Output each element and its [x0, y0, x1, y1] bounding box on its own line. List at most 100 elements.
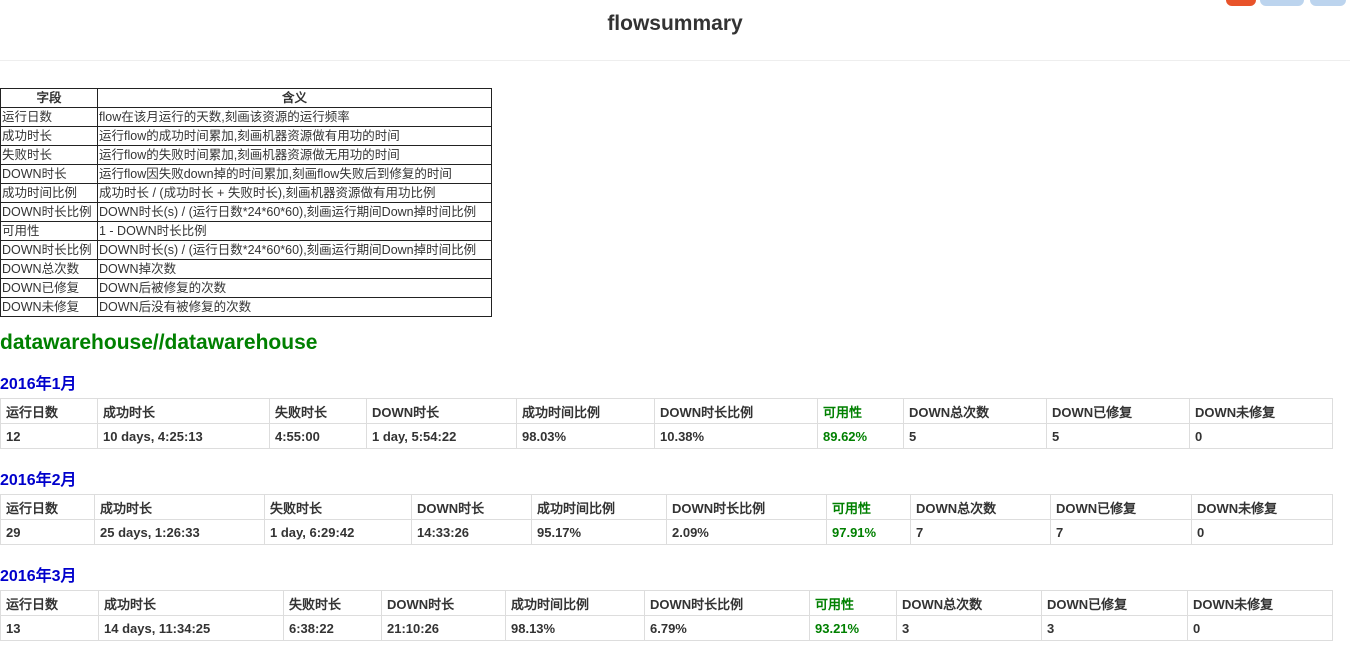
month-stats-table: 运行日数 成功时长 失败时长 DOWN时长 成功时间比例 DOWN时长比例 可用性 DOWN总…: [0, 590, 1333, 641]
legend-field-cell: 运行日数: [0, 107, 98, 127]
legend-row: DOWN未修复 DOWN后没有被修复的次数: [0, 297, 492, 317]
stats-value-cell: 10.38%: [654, 423, 818, 449]
stats-header-cell: DOWN时长比例: [654, 398, 818, 424]
stats-header-row: 运行日数 成功时长 失败时长 DOWN时长 成功时间比例 DOWN时长比例 可用性 DOWN总…: [0, 590, 1333, 616]
stats-header-cell: DOWN时长比例: [666, 494, 827, 520]
stats-header-cell: DOWN时长: [381, 590, 506, 616]
legend-field-cell: DOWN时长比例: [0, 202, 98, 222]
month-heading: 2016年1月: [0, 376, 77, 393]
stats-header-cell: 运行日数: [0, 398, 98, 424]
stats-value-row: 13 14 days, 11:34:25 6:38:22 21:10:26 98.13%…: [0, 615, 1333, 641]
legend-header-field: 字段: [0, 88, 98, 108]
stats-value-cell: 5: [1046, 423, 1190, 449]
legend-meaning-cell: DOWN后被修复的次数: [97, 278, 492, 298]
legend-row: DOWN已修复 DOWN后被修复的次数: [0, 278, 492, 298]
legend-meaning-cell: 1 - DOWN时长比例: [97, 221, 492, 241]
stats-value-cell: 21:10:26: [381, 615, 506, 641]
stats-value-cell: 25 days, 1:26:33: [94, 519, 265, 545]
legend-row: 成功时长 运行flow的成功时间累加,刻画机器资源做有用功的时间: [0, 126, 492, 146]
title-divider: [0, 60, 1350, 61]
month-stats-table: 运行日数 成功时长 失败时长 DOWN时长 成功时间比例 DOWN时长比例 可用性 DOWN总…: [0, 494, 1333, 545]
stats-header-row: 运行日数 成功时长 失败时长 DOWN时长 成功时间比例 DOWN时长比例 可用性 DOWN总…: [0, 494, 1333, 520]
stats-value-cell: 3: [1041, 615, 1188, 641]
stats-value-cell: 89.62%: [817, 423, 904, 449]
stats-value-cell: 4:55:00: [269, 423, 367, 449]
legend-row: DOWN时长 运行flow因失败down掉的时间累加,刻画flow失败后到修复的时…: [0, 164, 492, 184]
legend-field-cell: 失败时长: [0, 145, 98, 165]
stats-header-cell: 失败时长: [264, 494, 412, 520]
stats-value-cell: 10 days, 4:25:13: [97, 423, 270, 449]
legend-field-cell: 成功时间比例: [0, 183, 98, 203]
stats-header-cell: DOWN总次数: [896, 590, 1042, 616]
stats-value-cell: 95.17%: [531, 519, 667, 545]
stats-value-cell: 14:33:26: [411, 519, 532, 545]
legend-field-cell: DOWN未修复: [0, 297, 98, 317]
stats-value-cell: 14 days, 11:34:25: [98, 615, 284, 641]
stats-value-cell: 1 day, 6:29:42: [264, 519, 412, 545]
stats-header-cell: 可用性: [826, 494, 911, 520]
stats-value-cell: 1 day, 5:54:22: [366, 423, 517, 449]
stats-value-cell: 7: [1050, 519, 1192, 545]
legend-field-cell: DOWN总次数: [0, 259, 98, 279]
legend-meaning-cell: DOWN时长(s) / (运行日数*24*60*60),刻画运行期间Down掉时…: [97, 202, 492, 222]
stats-header-cell: 成功时长: [97, 398, 270, 424]
legend-header-row: 字段 含义: [0, 88, 492, 108]
stats-header-cell: 成功时长: [94, 494, 265, 520]
stats-header-cell: DOWN已修复: [1046, 398, 1190, 424]
stats-header-cell: 成功时间比例: [516, 398, 655, 424]
month-heading: 2016年2月: [0, 472, 77, 489]
stats-value-cell: 6.79%: [644, 615, 810, 641]
legend-row: 运行日数 flow在该月运行的天数,刻画该资源的运行频率: [0, 107, 492, 127]
stats-header-cell: DOWN时长: [411, 494, 532, 520]
stats-value-cell: 6:38:22: [283, 615, 382, 641]
legend-row: 失败时长 运行flow的失败时间累加,刻画机器资源做无用功的时间: [0, 145, 492, 165]
stats-value-cell: 98.03%: [516, 423, 655, 449]
stats-header-cell: 成功时间比例: [505, 590, 645, 616]
stats-value-row: 12 10 days, 4:25:13 4:55:00 1 day, 5:54:22 9…: [0, 423, 1333, 449]
stats-value-row: 29 25 days, 1:26:33 1 day, 6:29:42 14:33:26…: [0, 519, 1333, 545]
legend-field-cell: DOWN时长比例: [0, 240, 98, 260]
stats-value-cell: 7: [910, 519, 1051, 545]
legend-field-cell: 可用性: [0, 221, 98, 241]
stats-value-cell: 0: [1189, 423, 1333, 449]
stats-value-cell: 98.13%: [505, 615, 645, 641]
stats-header-cell: 可用性: [809, 590, 897, 616]
stats-header-cell: DOWN总次数: [903, 398, 1047, 424]
stats-value-cell: 97.91%: [826, 519, 911, 545]
month-heading: 2016年3月: [0, 568, 77, 585]
stats-value-cell: 5: [903, 423, 1047, 449]
stats-value-cell: 93.21%: [809, 615, 897, 641]
legend-meaning-cell: 运行flow的成功时间累加,刻画机器资源做有用功的时间: [97, 126, 492, 146]
stats-header-cell: DOWN未修复: [1187, 590, 1333, 616]
stats-value-cell: 2.09%: [666, 519, 827, 545]
legend-meaning-cell: DOWN时长(s) / (运行日数*24*60*60),刻画运行期间Down掉时…: [97, 240, 492, 260]
logo-fragment: [1226, 0, 1346, 6]
stats-header-cell: 可用性: [817, 398, 904, 424]
stats-header-cell: DOWN未修复: [1189, 398, 1333, 424]
legend-row: DOWN时长比例 DOWN时长(s) / (运行日数*24*60*60),刻画运行…: [0, 202, 492, 222]
legend-meaning-cell: 运行flow的失败时间累加,刻画机器资源做无用功的时间: [97, 145, 492, 165]
legend-meaning-cell: 运行flow因失败down掉的时间累加,刻画flow失败后到修复的时间: [97, 164, 492, 184]
legend-field-cell: DOWN时长: [0, 164, 98, 184]
stats-value-cell: 3: [896, 615, 1042, 641]
stats-header-cell: DOWN未修复: [1191, 494, 1333, 520]
section-title: datawarehouse//datawarehouse: [0, 331, 318, 354]
legend-row: 成功时间比例 成功时长 / (成功时长 + 失败时长),刻画机器资源做有用功比例: [0, 183, 492, 203]
legend-row: DOWN总次数 DOWN掉次数: [0, 259, 492, 279]
stats-header-cell: 失败时长: [269, 398, 367, 424]
stats-header-cell: DOWN已修复: [1050, 494, 1192, 520]
legend-meaning-cell: DOWN掉次数: [97, 259, 492, 279]
stats-header-cell: 运行日数: [0, 590, 99, 616]
stats-header-cell: DOWN时长: [366, 398, 517, 424]
stats-header-row: 运行日数 成功时长 失败时长 DOWN时长 成功时间比例 DOWN时长比例 可用性 DOWN总…: [0, 398, 1333, 424]
stats-header-cell: 成功时间比例: [531, 494, 667, 520]
stats-header-cell: 成功时长: [98, 590, 284, 616]
stats-value-cell: 29: [0, 519, 95, 545]
legend-meaning-cell: flow在该月运行的天数,刻画该资源的运行频率: [97, 107, 492, 127]
stats-header-cell: DOWN已修复: [1041, 590, 1188, 616]
stats-value-cell: 12: [0, 423, 98, 449]
legend-meaning-cell: DOWN后没有被修复的次数: [97, 297, 492, 317]
stats-header-cell: DOWN总次数: [910, 494, 1051, 520]
stats-value-cell: 0: [1191, 519, 1333, 545]
legend-meaning-cell: 成功时长 / (成功时长 + 失败时长),刻画机器资源做有用功比例: [97, 183, 492, 203]
